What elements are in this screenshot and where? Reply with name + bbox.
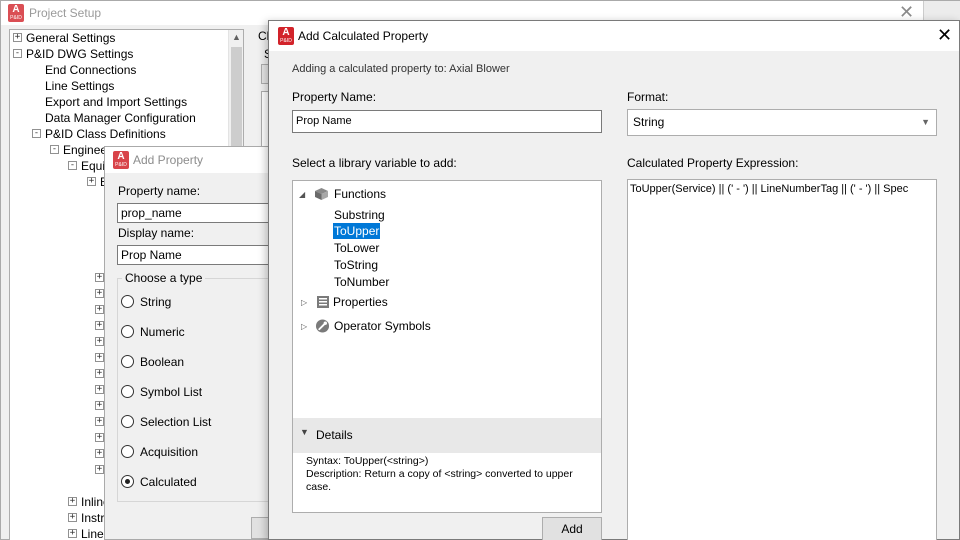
scroll-up-icon[interactable]: ▲ [232, 32, 241, 42]
expand-triangle-icon[interactable]: ▷ [301, 294, 307, 311]
expand-icon[interactable]: + [95, 433, 104, 442]
format-dropdown[interactable]: String ▼ [627, 109, 937, 136]
library-tree[interactable]: ◢ Functions Substring ToUpper ToLower To… [292, 180, 602, 513]
library-label: Select a library variable to add: [292, 156, 457, 170]
expression-textbox[interactable]: ToUpper(Service) || (' - ') || LineNumbe… [627, 179, 937, 540]
expand-icon[interactable]: + [68, 513, 77, 522]
add-property-titlebar: A P&ID Add Property [105, 147, 278, 173]
function-item-tonumber[interactable]: ToNumber [333, 274, 390, 290]
collapse-icon[interactable]: - [50, 145, 59, 154]
radio-button[interactable] [121, 385, 134, 398]
expand-icon[interactable]: + [95, 369, 104, 378]
collapse-icon[interactable]: - [13, 49, 22, 58]
type-group-label: Choose a type [122, 271, 206, 285]
expand-icon[interactable]: + [68, 497, 77, 506]
property-name-label: Property Name: [292, 90, 377, 104]
expand-icon[interactable]: + [95, 465, 104, 474]
expand-icon[interactable]: + [95, 321, 104, 330]
expand-triangle-icon[interactable]: ▷ [301, 318, 307, 335]
property-name-input[interactable]: prop_name [117, 203, 287, 223]
chevron-down-icon[interactable]: ▼ [921, 110, 930, 135]
expand-icon[interactable]: + [95, 289, 104, 298]
property-name-input[interactable]: Prop Name [292, 110, 602, 133]
function-item-tostring[interactable]: ToString [333, 257, 379, 273]
display-name-input[interactable]: Prop Name [117, 245, 287, 265]
add-calculated-property-dialog: A P&ID Add Calculated Property ✕ Adding a… [268, 20, 960, 540]
dialog-subtitle: Adding a calculated property to: Axial B… [292, 63, 510, 75]
autocad-pid-app-icon: A P&ID [278, 27, 294, 45]
wrench-icon [315, 319, 330, 333]
details-text: Syntax: ToUpper(<string>) Description: R… [306, 455, 596, 494]
details-syntax: Syntax: ToUpper(<string>) [306, 455, 429, 467]
tree-item-data-manager-configuration[interactable]: Data Manager Configuration [45, 110, 196, 126]
close-icon[interactable]: ✕ [937, 25, 952, 46]
radio-button[interactable] [121, 415, 134, 428]
expand-icon[interactable]: + [68, 529, 77, 538]
autocad-pid-app-icon: A P&ID [8, 4, 24, 22]
expression-label: Calculated Property Expression: [627, 156, 799, 170]
radio-button[interactable] [121, 295, 134, 308]
function-item-substring[interactable]: Substring [333, 207, 386, 223]
expand-icon[interactable]: + [95, 273, 104, 282]
add-button[interactable]: Add [542, 517, 602, 540]
tree-item-end-connections[interactable]: End Connections [45, 62, 136, 78]
details-description: Description: Return a copy of <string> c… [306, 468, 573, 493]
collapse-icon[interactable]: - [32, 129, 41, 138]
display-name-label: Display name: [118, 226, 195, 240]
function-item-tolower[interactable]: ToLower [333, 240, 380, 256]
details-label: Details [316, 428, 353, 442]
add-property-title: Add Property [133, 153, 204, 167]
radio-button-selected[interactable] [121, 475, 134, 488]
radio-button[interactable] [121, 325, 134, 338]
details-header[interactable]: ▼ Details [293, 418, 601, 453]
tree-item-export-import-settings[interactable]: Export and Import Settings [45, 94, 187, 110]
radio-button[interactable] [121, 355, 134, 368]
expand-icon[interactable]: + [95, 449, 104, 458]
expand-icon[interactable]: + [95, 353, 104, 362]
dialog-title: Add Calculated Property [298, 29, 429, 43]
expand-icon[interactable]: + [95, 385, 104, 394]
project-setup-title: Project Setup [29, 6, 102, 20]
properties-icon [317, 296, 329, 308]
expand-icon[interactable]: + [95, 417, 104, 426]
expand-icon[interactable]: + [95, 305, 104, 314]
collapse-icon[interactable]: - [68, 161, 77, 170]
collapse-triangle-icon[interactable]: ◢ [299, 186, 305, 203]
cube-icon [315, 188, 328, 200]
radio-button[interactable] [121, 445, 134, 458]
autocad-pid-app-icon: A P&ID [113, 151, 129, 169]
format-value: String [633, 115, 665, 129]
expand-icon[interactable]: + [87, 177, 96, 186]
expand-icon[interactable]: + [13, 33, 22, 42]
chevron-down-icon[interactable]: ▼ [300, 427, 309, 437]
expand-icon[interactable]: + [95, 401, 104, 410]
add-property-dialog: A P&ID Add Property Property name: prop_n… [104, 146, 287, 540]
property-name-label: Property name: [118, 184, 201, 198]
tree-item-line-settings[interactable]: Line Settings [45, 78, 114, 94]
add-calculated-property-titlebar: A P&ID Add Calculated Property ✕ [269, 21, 959, 51]
format-label: Format: [627, 90, 669, 104]
expand-icon[interactable]: + [95, 337, 104, 346]
function-item-toupper-selected[interactable]: ToUpper [333, 223, 381, 239]
